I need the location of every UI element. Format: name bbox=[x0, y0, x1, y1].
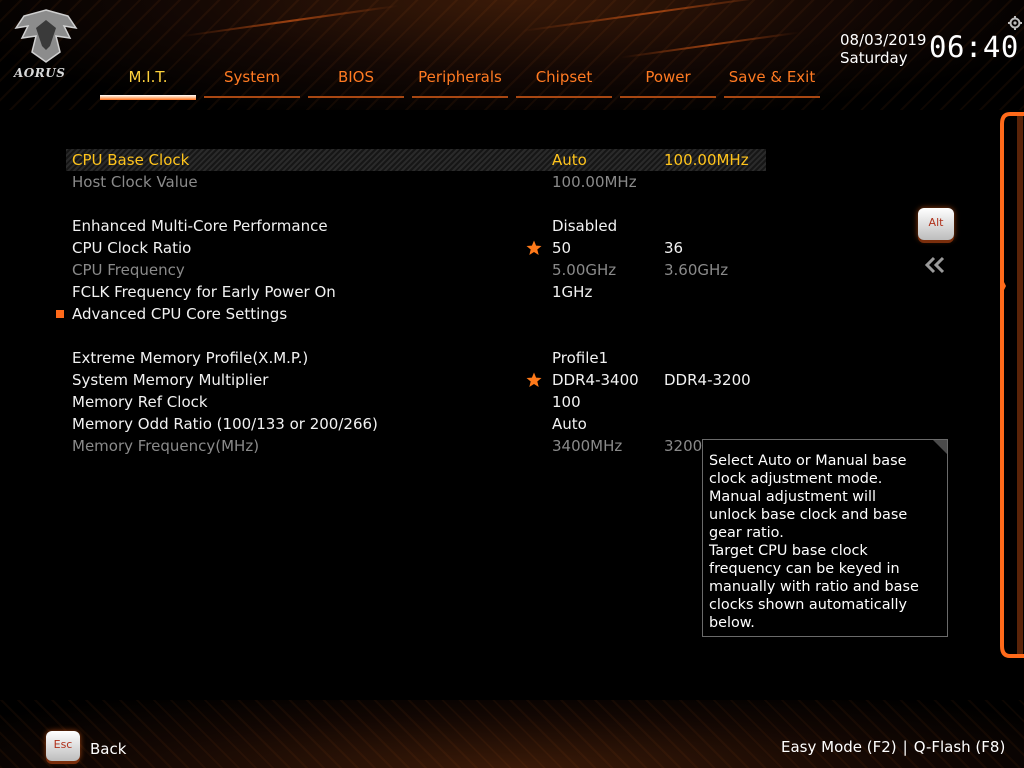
help-line: frequency can be keyed in bbox=[709, 561, 900, 577]
setting-label: Enhanced Multi-Core Performance bbox=[72, 217, 328, 235]
setting-enhanced-multi-core[interactable]: Enhanced Multi-Core Performance Disabled bbox=[66, 215, 766, 237]
tab-peripherals[interactable]: Peripherals bbox=[408, 64, 512, 100]
footer-shortcuts: Easy Mode (F2) | Q-Flash (F8) bbox=[781, 738, 1005, 756]
setting-value: 100.00MHz bbox=[552, 173, 637, 191]
help-line: Target CPU base clock bbox=[709, 543, 868, 559]
logo-text: AORUS bbox=[14, 66, 66, 80]
easy-mode-button[interactable]: Easy Mode (F2) bbox=[781, 738, 897, 756]
tab-power[interactable]: Power bbox=[616, 64, 720, 100]
submenu-bullet-icon bbox=[56, 310, 64, 318]
aorus-logo: AORUS bbox=[10, 6, 82, 86]
tab-bar: M.I.T. System BIOS Peripherals Chipset P… bbox=[96, 64, 824, 100]
setting-value[interactable]: Auto bbox=[552, 413, 587, 435]
tab-bios[interactable]: BIOS bbox=[304, 64, 408, 100]
footer-separator: | bbox=[902, 738, 908, 756]
star-icon bbox=[526, 240, 542, 255]
setting-cpu-frequency: CPU Frequency 5.00GHz 3.60GHz bbox=[66, 259, 766, 281]
setting-label: CPU Base Clock bbox=[72, 151, 190, 169]
decor-streak bbox=[620, 31, 800, 59]
setting-value[interactable]: DDR4-3400 bbox=[552, 369, 639, 391]
setting-memory-odd-ratio[interactable]: Memory Odd Ratio (100/133 or 200/266) Au… bbox=[66, 413, 766, 435]
setting-label: Advanced CPU Core Settings bbox=[72, 305, 288, 323]
help-line: gear ratio. bbox=[709, 525, 784, 541]
setting-label: Memory Frequency(MHz) bbox=[72, 437, 260, 455]
setting-value: 5.00GHz bbox=[552, 261, 617, 279]
help-line: manually with ratio and base bbox=[709, 579, 919, 595]
tab-system[interactable]: System bbox=[200, 64, 304, 100]
tab-save-exit[interactable]: Save & Exit bbox=[720, 64, 824, 100]
tooltip-corner bbox=[933, 440, 947, 454]
esc-key-button[interactable]: Esc bbox=[46, 731, 80, 761]
setting-value[interactable]: 1GHz bbox=[552, 281, 592, 303]
setting-fclk-frequency[interactable]: FCLK Frequency for Early Power On 1GHz bbox=[66, 281, 766, 303]
setting-label: Memory Odd Ratio (100/133 or 200/266) bbox=[72, 415, 378, 433]
submenu-advanced-cpu-core-settings[interactable]: Advanced CPU Core Settings bbox=[56, 303, 766, 325]
setting-value[interactable]: Disabled bbox=[552, 215, 617, 237]
setting-label: Host Clock Value bbox=[72, 173, 198, 191]
setting-label: Extreme Memory Profile(X.M.P.) bbox=[72, 349, 309, 367]
setting-memory-ref-clock[interactable]: Memory Ref Clock 100 bbox=[66, 391, 766, 413]
setting-cpu-base-clock[interactable]: CPU Base Clock Auto 100.00MHz bbox=[66, 149, 766, 171]
setting-value: 3400MHz bbox=[552, 437, 623, 455]
back-label[interactable]: Back bbox=[90, 740, 126, 758]
help-line: clock adjustment mode. bbox=[709, 471, 883, 487]
setting-current-value: 100.00MHz bbox=[664, 151, 749, 169]
setting-memory-frequency: Memory Frequency(MHz) 3400MHz 3200 bbox=[66, 435, 766, 457]
double-chevron-left-icon[interactable] bbox=[923, 255, 947, 275]
setting-value[interactable]: Profile1 bbox=[552, 347, 608, 369]
setting-host-clock-value: Host Clock Value 100.00MHz bbox=[66, 171, 766, 193]
help-tooltip: Select Auto or Manual base clock adjustm… bbox=[702, 439, 948, 637]
setting-label: FCLK Frequency for Early Power On bbox=[72, 283, 336, 301]
setting-value[interactable]: Auto bbox=[552, 149, 587, 171]
setting-label: CPU Frequency bbox=[72, 261, 185, 279]
setting-label: Memory Ref Clock bbox=[72, 393, 208, 411]
setting-current-value: DDR4-3200 bbox=[664, 371, 751, 389]
help-line: Manual adjustment will bbox=[709, 489, 877, 505]
alt-key-button[interactable]: Alt bbox=[918, 208, 954, 240]
date-text: 08/03/2019 bbox=[840, 31, 927, 49]
tab-mit[interactable]: M.I.T. bbox=[96, 64, 200, 100]
date-display: 08/03/2019 Saturday bbox=[840, 31, 926, 67]
setting-system-memory-multiplier[interactable]: System Memory Multiplier DDR4-3400 DDR4-… bbox=[66, 369, 766, 391]
eagle-icon bbox=[14, 9, 78, 63]
setting-xmp[interactable]: Extreme Memory Profile(X.M.P.) Profile1 bbox=[66, 347, 766, 369]
clock: 06:40 bbox=[929, 30, 1019, 64]
setting-value[interactable]: 100 bbox=[552, 391, 581, 413]
decor-streak bbox=[180, 4, 400, 38]
setting-current-value: 36 bbox=[664, 239, 684, 257]
qflash-button[interactable]: Q-Flash (F8) bbox=[914, 738, 1006, 756]
setting-value[interactable]: 50 bbox=[552, 237, 571, 259]
decor-streak bbox=[521, 0, 779, 33]
help-line: below. bbox=[709, 615, 755, 631]
setting-label: CPU Clock Ratio bbox=[72, 239, 192, 257]
help-line: Select Auto or Manual base bbox=[709, 453, 907, 469]
star-icon bbox=[526, 372, 542, 387]
setting-current-value: 3.60GHz bbox=[664, 261, 729, 279]
side-panel-handle[interactable] bbox=[996, 110, 1024, 660]
help-line: clocks shown automatically bbox=[709, 597, 908, 613]
setting-cpu-clock-ratio[interactable]: CPU Clock Ratio 50 36 bbox=[66, 237, 766, 259]
gear-icon[interactable] bbox=[1008, 16, 1022, 30]
tab-chipset[interactable]: Chipset bbox=[512, 64, 616, 100]
setting-label: System Memory Multiplier bbox=[72, 371, 269, 389]
help-line: unlock base clock and base bbox=[709, 507, 908, 523]
setting-current-value: 3200 bbox=[664, 437, 703, 455]
footer-banner bbox=[0, 700, 1024, 768]
day-text: Saturday bbox=[840, 49, 908, 67]
